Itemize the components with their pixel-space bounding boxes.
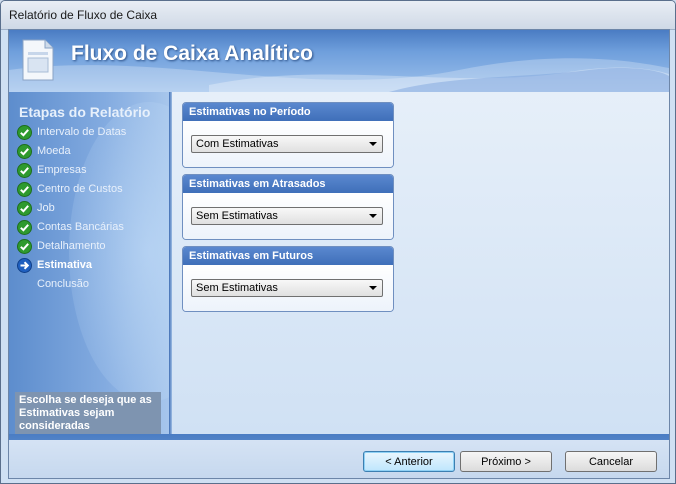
- estimativas-atrasados-select[interactable]: Sem Estimativas: [191, 207, 383, 225]
- check-icon: [17, 239, 32, 254]
- step-empresas: Empresas: [17, 162, 167, 180]
- step-conclusao: Conclusão: [17, 276, 167, 294]
- check-icon: [17, 220, 32, 235]
- check-icon: [17, 144, 32, 159]
- step-contas-bancarias: Contas Bancárias: [17, 219, 167, 237]
- footer-inner: < Anterior Próximo > Cancelar: [9, 440, 669, 478]
- group-estimativas-em-futuros: Estimativas em Futuros Sem Estimativas: [182, 246, 394, 312]
- wizard-client: Fluxo de Caixa Analítico Etapas do Relat…: [8, 29, 670, 479]
- check-icon: [17, 182, 32, 197]
- report-window: Relatório de Fluxo de Caixa Fluxo de Cai…: [0, 0, 676, 484]
- main-panel: Estimativas no Período Com Estimativas E…: [172, 92, 669, 434]
- chevron-down-icon[interactable]: [369, 214, 377, 218]
- check-icon: [17, 125, 32, 140]
- step-hint: Escolha se deseja que as Estimativas sej…: [15, 392, 161, 434]
- select-value: Sem Estimativas: [196, 282, 278, 294]
- step-label: Empresas: [37, 164, 87, 176]
- step-label: Detalhamento: [37, 240, 106, 252]
- group-body: Sem Estimativas: [183, 193, 393, 239]
- chevron-down-icon[interactable]: [369, 286, 377, 290]
- steps-heading: Etapas do Relatório: [19, 104, 151, 120]
- window-title: Relatório de Fluxo de Caixa: [9, 8, 158, 22]
- wizard-footer: < Anterior Próximo > Cancelar: [9, 434, 669, 478]
- select-value: Sem Estimativas: [196, 210, 278, 222]
- select-value: Com Estimativas: [196, 138, 279, 150]
- step-job: Job: [17, 200, 167, 218]
- group-body: Com Estimativas: [183, 121, 393, 167]
- check-icon: [17, 163, 32, 178]
- group-body: Sem Estimativas: [183, 265, 393, 311]
- step-label: Estimativa: [37, 259, 93, 271]
- estimativas-futuros-select[interactable]: Sem Estimativas: [191, 279, 383, 297]
- arrow-right-icon: [17, 258, 32, 273]
- step-detalhamento: Detalhamento: [17, 238, 167, 256]
- title-bar[interactable]: Relatório de Fluxo de Caixa: [1, 1, 675, 30]
- group-title: Estimativas no Período: [183, 103, 393, 121]
- step-label: Moeda: [37, 145, 71, 157]
- step-label: Job: [37, 202, 55, 214]
- step-moeda: Moeda: [17, 143, 167, 161]
- step-label: Centro de Custos: [37, 183, 123, 195]
- step-centro-de-custos: Centro de Custos: [17, 181, 167, 199]
- steps-sidebar: Etapas do Relatório Intervalo de Datas M…: [9, 92, 169, 434]
- check-icon: [17, 201, 32, 216]
- step-label: Intervalo de Datas: [37, 126, 127, 138]
- step-intervalo-de-datas: Intervalo de Datas: [17, 124, 167, 142]
- step-estimativa: Estimativa: [17, 257, 167, 275]
- group-title: Estimativas em Futuros: [183, 247, 393, 265]
- back-button[interactable]: < Anterior: [363, 451, 455, 472]
- banner-title: Fluxo de Caixa Analítico: [71, 42, 313, 65]
- group-title: Estimativas em Atrasados: [183, 175, 393, 193]
- step-label: Contas Bancárias: [37, 221, 124, 233]
- document-icon: [22, 39, 54, 81]
- group-estimativas-em-atrasados: Estimativas em Atrasados Sem Estimativas: [182, 174, 394, 240]
- chevron-down-icon[interactable]: [369, 142, 377, 146]
- group-estimativas-no-periodo: Estimativas no Período Com Estimativas: [182, 102, 394, 168]
- cancel-button[interactable]: Cancelar: [565, 451, 657, 472]
- step-label: Conclusão: [37, 278, 89, 290]
- next-button[interactable]: Próximo >: [460, 451, 552, 472]
- estimativas-periodo-select[interactable]: Com Estimativas: [191, 135, 383, 153]
- wizard-banner: Fluxo de Caixa Analítico: [9, 30, 669, 92]
